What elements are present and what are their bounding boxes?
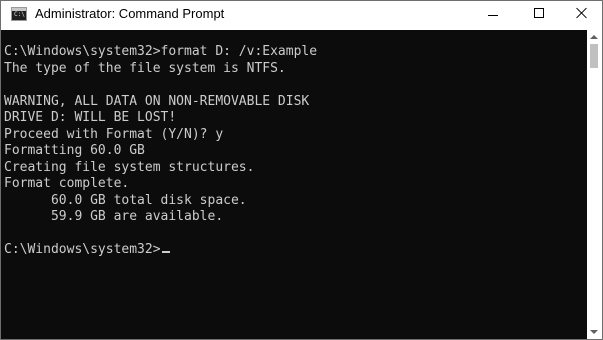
- scroll-down-icon[interactable]: [590, 330, 598, 334]
- command-prompt-window: C:\ Administrator: Command Prompt C:\Win…: [0, 0, 603, 340]
- console-prompt: C:\Windows\system32>: [4, 242, 161, 257]
- title-bar[interactable]: C:\ Administrator: Command Prompt: [1, 1, 602, 30]
- console-output: C:\Windows\system32>format D: /v:Example…: [4, 44, 317, 259]
- console-line: The type of the file system is NTFS.: [4, 60, 286, 76]
- cmd-icon[interactable]: C:\: [11, 7, 27, 21]
- console-line: DRIVE D: WILL BE LOST!: [4, 110, 177, 125]
- scrollbar-thumb[interactable]: [590, 44, 598, 68]
- cmd-icon-prompt: C:\: [14, 11, 25, 18]
- console-line: 60.0 GB total disk space.: [4, 192, 247, 208]
- console-line: C:\Windows\system32>format D: /v:Example: [4, 44, 318, 59]
- console-line: Creating file system structures.: [4, 159, 255, 175]
- maximize-button[interactable]: [516, 1, 562, 30]
- minimize-button[interactable]: [470, 1, 516, 30]
- console-line: Formatting 60.0 GB: [4, 143, 145, 158]
- window-title: Administrator: Command Prompt: [35, 6, 225, 21]
- console-line: 59.9 GB are available.: [4, 209, 224, 224]
- console-line: Format complete.: [4, 176, 130, 191]
- text-cursor: [161, 251, 170, 253]
- close-button[interactable]: [559, 1, 602, 30]
- console-line: Proceed with Format (Y/N)? y: [4, 126, 224, 142]
- maximize-icon: [534, 8, 544, 18]
- close-icon: [576, 7, 587, 18]
- vertical-scrollbar[interactable]: [587, 30, 602, 339]
- minimize-icon: [488, 15, 498, 16]
- console-area[interactable]: C:\Windows\system32>format D: /v:Example…: [1, 30, 587, 339]
- scroll-up-icon[interactable]: [590, 35, 598, 39]
- console-line: WARNING, ALL DATA ON NON-REMOVABLE DISK: [4, 93, 310, 109]
